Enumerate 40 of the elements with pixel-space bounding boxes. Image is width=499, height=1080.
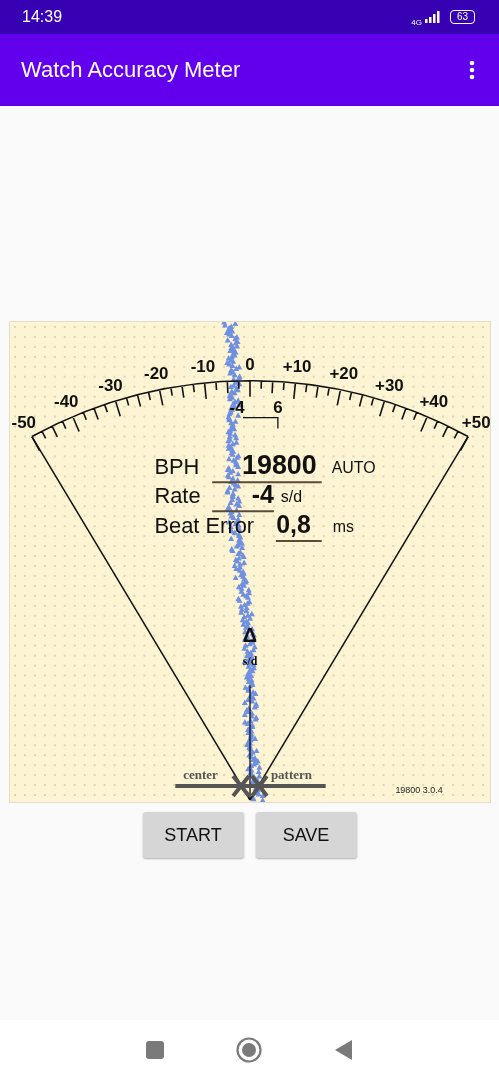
scale-label: -50 bbox=[11, 412, 36, 432]
marker-label: -4 bbox=[229, 397, 245, 417]
center-label: center bbox=[182, 767, 218, 783]
signal-icon bbox=[424, 11, 441, 23]
version-label: 19800 3.0.4 bbox=[394, 785, 443, 796]
marker-bracket bbox=[241, 416, 279, 430]
scale-label: -40 bbox=[53, 392, 78, 412]
marker-label: 6 bbox=[272, 397, 283, 417]
readout-label: BPH bbox=[153, 454, 199, 480]
value-underline bbox=[210, 510, 275, 513]
app-title: Watch Accuracy Meter bbox=[21, 57, 241, 83]
start-button[interactable]: START bbox=[142, 812, 244, 858]
scale-label: +30 bbox=[374, 375, 404, 395]
delta-symbol: Δ bbox=[242, 623, 257, 646]
readout-value: 19800 bbox=[241, 450, 317, 481]
network-type: 4G bbox=[411, 17, 422, 27]
scale-label: -20 bbox=[143, 364, 168, 384]
save-button[interactable]: SAVE bbox=[255, 812, 357, 858]
delta-unit: s/d bbox=[242, 653, 257, 668]
recent-apps-icon[interactable] bbox=[146, 1041, 165, 1059]
scale-label: -30 bbox=[97, 375, 123, 395]
scale-label: 0 bbox=[244, 354, 255, 374]
readout-value: 0,8 bbox=[275, 510, 311, 539]
readout-label: Rate bbox=[153, 483, 201, 509]
readout-unit: AUTO bbox=[331, 459, 376, 477]
readout-unit: s/d bbox=[280, 488, 302, 506]
pattern-label: pattern bbox=[270, 767, 312, 783]
status-time: 14:39 bbox=[22, 8, 63, 26]
battery-level: 63 bbox=[449, 10, 475, 24]
value-underline bbox=[274, 540, 323, 543]
scale-label: +20 bbox=[328, 364, 358, 384]
scale-label: -10 bbox=[190, 357, 215, 377]
readout-unit: ms bbox=[332, 518, 354, 536]
home-icon[interactable] bbox=[236, 1037, 263, 1063]
scale-label: +40 bbox=[418, 392, 448, 412]
scale-label: +10 bbox=[282, 357, 311, 377]
scale-label: +50 bbox=[461, 412, 490, 432]
more-menu-icon[interactable] bbox=[469, 60, 475, 80]
readout-value: -4 bbox=[251, 480, 274, 509]
back-icon[interactable] bbox=[334, 1040, 353, 1060]
